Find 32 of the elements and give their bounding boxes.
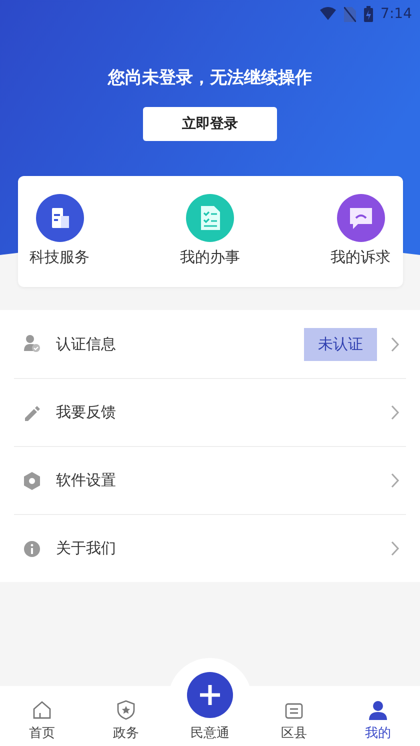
nav-tab[interactable]: 我的 bbox=[336, 658, 420, 746]
person-icon bbox=[367, 699, 389, 721]
menu-label: 关于我们 bbox=[56, 539, 117, 558]
menu-label: 认证信息 bbox=[56, 334, 117, 354]
menu-item[interactable]: 认证信息 未认证 bbox=[14, 310, 406, 378]
shortcut-item[interactable]: 我的办事 bbox=[180, 194, 240, 287]
nav-tab[interactable]: 政务 bbox=[84, 658, 168, 746]
plus-icon bbox=[187, 672, 233, 718]
chevron-right-icon bbox=[391, 541, 400, 556]
shortcut-item[interactable]: 科技服务 bbox=[30, 194, 90, 287]
info-icon bbox=[22, 538, 42, 558]
shield-star-icon bbox=[115, 699, 137, 721]
menu-label: 软件设置 bbox=[56, 471, 117, 490]
nav-tab[interactable]: 民意通 bbox=[168, 658, 252, 746]
login-prompt: 您尚未登录，无法继续操作 bbox=[108, 67, 312, 89]
menu-item[interactable]: 关于我们 bbox=[14, 514, 406, 582]
chevron-right-icon bbox=[391, 473, 400, 488]
menu-item[interactable]: 软件设置 bbox=[14, 446, 406, 514]
login-button[interactable]: 立即登录 bbox=[143, 107, 277, 141]
nav-tab[interactable]: 区县 bbox=[252, 658, 336, 746]
menu-label: 我要反馈 bbox=[56, 403, 117, 422]
nav-tab[interactable]: 首页 bbox=[0, 658, 84, 746]
wifi-icon bbox=[320, 7, 336, 21]
person-check-icon bbox=[22, 334, 42, 354]
menu-item[interactable]: 我要反馈 bbox=[14, 378, 406, 446]
clock-time: 7:14 bbox=[380, 6, 412, 22]
settings-icon bbox=[22, 470, 42, 490]
shortcut-item[interactable]: 我的诉求 bbox=[330, 194, 390, 287]
status-tag: 未认证 bbox=[304, 328, 377, 360]
home-icon bbox=[31, 699, 53, 721]
chevron-right-icon bbox=[391, 336, 400, 352]
chevron-right-icon bbox=[391, 405, 400, 420]
